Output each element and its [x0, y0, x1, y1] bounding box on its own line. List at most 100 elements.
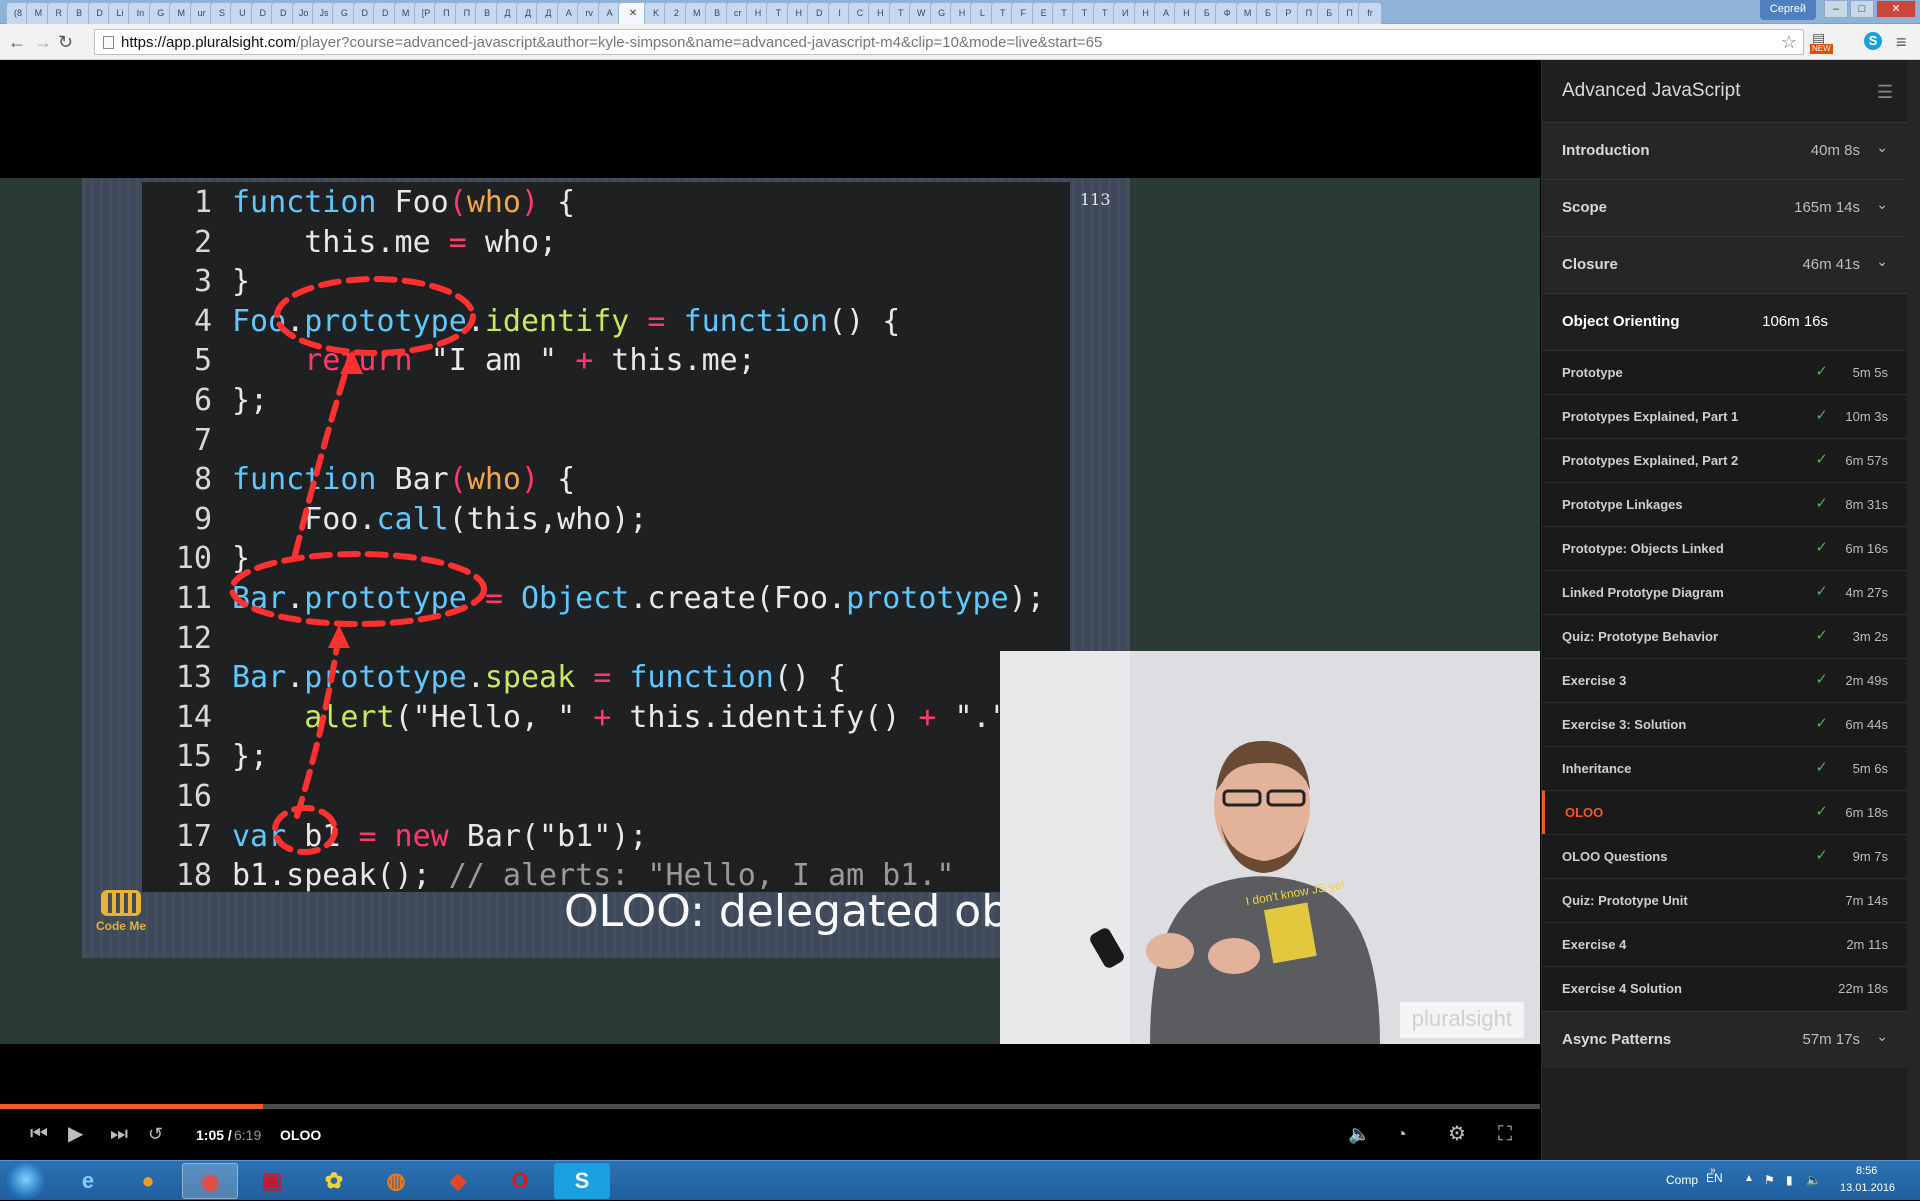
- save-app-icon[interactable]: ▣: [244, 1163, 300, 1199]
- skype-icon[interactable]: S: [554, 1163, 610, 1199]
- clip-item[interactable]: Quiz: Prototype Behavior ✓ 3m 2s: [1542, 614, 1908, 658]
- chevron-down-icon: ⌄: [1876, 139, 1888, 155]
- chevron-down-icon: ⌄: [1876, 253, 1888, 269]
- close-tab-icon[interactable]: ✕: [629, 8, 637, 19]
- clip-duration: 6m 44s: [1845, 717, 1888, 732]
- clip-item-current[interactable]: OLOO ✓ 6m 18s: [1542, 790, 1908, 834]
- module-duration: 165m 14s: [1794, 199, 1860, 216]
- git-icon[interactable]: ◆: [430, 1163, 486, 1199]
- clip-duration: 7m 14s: [1845, 893, 1888, 908]
- clip-duration: 2m 11s: [1846, 937, 1888, 952]
- check-icon: ✓: [1815, 759, 1828, 776]
- clip-duration: 22m 18s: [1838, 981, 1888, 996]
- check-icon: ✓: [1815, 407, 1828, 424]
- clip-item[interactable]: Exercise 4 Solution 22m 18s: [1542, 966, 1908, 1010]
- close-window-button[interactable]: ✕: [1876, 0, 1916, 18]
- module-item[interactable]: Closure 46m 41s ⌄: [1542, 236, 1908, 293]
- clip-item[interactable]: Exercise 3 ✓ 2m 49s: [1542, 658, 1908, 702]
- clip-item[interactable]: Exercise 4 2m 11s: [1542, 922, 1908, 966]
- clip-title: Prototype: Objects Linked: [1562, 541, 1724, 556]
- module-item[interactable]: Introduction 40m 8s ⌄: [1542, 122, 1908, 179]
- clip-duration: 5m 5s: [1852, 365, 1888, 380]
- paint-icon[interactable]: ✿: [306, 1163, 362, 1199]
- chrome-menu-icon[interactable]: ≡: [1896, 32, 1907, 52]
- clip-title: Prototype: [1562, 365, 1623, 380]
- clip-duration: 8m 31s: [1845, 497, 1888, 512]
- clip-title: Prototypes Explained, Part 2: [1562, 453, 1739, 468]
- presenter-figure: I don't know JS yet: [1000, 651, 1540, 1044]
- new-badge: NEW: [1810, 44, 1833, 54]
- video-frame[interactable]: 1 function Foo(who) {2 this.me = who; 3} 4 F…: [0, 178, 1540, 1044]
- skype-extension-icon[interactable]: S: [1864, 32, 1882, 50]
- flag-icon[interactable]: ⚑: [1764, 1173, 1775, 1187]
- clip-duration: 10m 3s: [1845, 409, 1888, 424]
- module-item[interactable]: Async Patterns 57m 17s ⌄: [1542, 1011, 1908, 1068]
- language-indicator[interactable]: EN: [1706, 1171, 1723, 1185]
- previous-clip-icon[interactable]: ⏮: [30, 1121, 48, 1147]
- comp-label: Comp: [1666, 1173, 1699, 1187]
- speaker-camera: I don't know JS yet pluralsight: [1000, 651, 1540, 1044]
- module-duration: 40m 8s: [1810, 142, 1860, 159]
- check-icon: ✓: [1815, 451, 1828, 468]
- speaker-icon[interactable]: 🔈: [1806, 1173, 1821, 1187]
- chrome-icon[interactable]: ◉: [182, 1163, 238, 1199]
- clip-item[interactable]: Prototypes Explained, Part 1 ✓ 10m 3s: [1542, 394, 1908, 438]
- check-icon: ✓: [1815, 803, 1828, 820]
- clip-title: Exercise 3: Solution: [1562, 717, 1687, 732]
- clip-item[interactable]: Linked Prototype Diagram ✓ 4m 27s: [1542, 570, 1908, 614]
- clip-item[interactable]: Prototypes Explained, Part 2 ✓ 6m 57s: [1542, 438, 1908, 482]
- sidebar-scrollbar[interactable]: [1907, 60, 1920, 1160]
- browser-tab[interactable]: fr: [1358, 2, 1382, 24]
- address-bar[interactable]: https://app.pluralsight.com/player?cours…: [94, 29, 1804, 55]
- minimize-button[interactable]: –: [1824, 0, 1848, 18]
- chevron-down-icon: ⌄: [1876, 1028, 1888, 1044]
- browser-tab-strip: (8 M R B D Li In G Mur S U D D Jo Js G D D M [P П П В Д Д Д Аrv А ✕ K…: [0, 0, 1920, 24]
- fullscreen-icon[interactable]: ⛶: [1498, 1121, 1512, 1147]
- maximize-button[interactable]: □: [1850, 0, 1874, 18]
- clip-title: Quiz: Prototype Unit: [1562, 893, 1688, 908]
- sidebar-menu-icon[interactable]: ☰: [1877, 82, 1893, 103]
- play-icon[interactable]: ▶: [68, 1121, 83, 1147]
- clip-duration: 4m 27s: [1845, 585, 1888, 600]
- module-title: Closure: [1562, 256, 1618, 273]
- firefox-icon[interactable]: ◍: [368, 1163, 424, 1199]
- clip-title: OLOO Questions: [1562, 849, 1668, 864]
- back-icon[interactable]: ←: [8, 32, 26, 52]
- ie-icon[interactable]: e: [60, 1163, 116, 1199]
- arrow-b1-to-bar: [294, 630, 342, 819]
- clip-item[interactable]: Prototype: Objects Linked ✓ 6m 16s: [1542, 526, 1908, 570]
- module-open[interactable]: Object Orienting 106m 16s: [1542, 293, 1908, 350]
- clip-title: Prototype Linkages: [1562, 497, 1683, 512]
- start-button[interactable]: [4, 1163, 48, 1199]
- volume-icon[interactable]: 🔈: [1348, 1121, 1370, 1147]
- forward-icon[interactable]: →: [34, 32, 52, 52]
- clip-item[interactable]: Prototype ✓ 5m 5s: [1542, 350, 1908, 394]
- bookmark-star-icon[interactable]: ☆: [1781, 32, 1797, 53]
- clip-item[interactable]: Inheritance ✓ 5m 6s: [1542, 746, 1908, 790]
- clip-item[interactable]: Exercise 3: Solution ✓ 6m 44s: [1542, 702, 1908, 746]
- clip-title: Prototypes Explained, Part 1: [1562, 409, 1739, 424]
- windows-taskbar: e ● ◉ ▣ ✿ ◍ ◆ O S Comp » EN ▲ ⚑ ▮ 🔈 8:56…: [0, 1160, 1920, 1200]
- clip-item[interactable]: OLOO Questions ✓ 9m 7s: [1542, 834, 1908, 878]
- clip-item[interactable]: Prototype Linkages ✓ 8m 31s: [1542, 482, 1908, 526]
- module-item[interactable]: Scope 165m 14s ⌄: [1542, 179, 1908, 236]
- rewind-10-icon[interactable]: ↺: [148, 1121, 163, 1147]
- next-clip-icon[interactable]: ⏭: [110, 1121, 128, 1147]
- module-duration: 106m 16s: [1762, 313, 1828, 330]
- clock-time[interactable]: 8:56: [1856, 1165, 1877, 1177]
- playback-speed-icon[interactable]: ◔: [1396, 1121, 1407, 1147]
- reload-icon[interactable]: ↻: [58, 32, 73, 52]
- code-me-logo: Code Me: [90, 890, 152, 933]
- module-title: Async Patterns: [1562, 1031, 1672, 1048]
- browser-user-button[interactable]: Сергей: [1759, 0, 1816, 20]
- clip-item[interactable]: Quiz: Prototype Unit 7m 14s: [1542, 878, 1908, 922]
- network-icon[interactable]: ▮: [1786, 1173, 1793, 1187]
- clock-date[interactable]: 13.01.2016: [1840, 1182, 1895, 1194]
- opera-icon[interactable]: O: [492, 1163, 548, 1199]
- video-player[interactable]: 1 function Foo(who) {2 this.me = who; 3} 4 F…: [0, 60, 1540, 1160]
- settings-gear-icon[interactable]: ⚙: [1448, 1121, 1466, 1147]
- check-icon: ✓: [1815, 847, 1828, 864]
- tray-up-icon[interactable]: ▲: [1744, 1173, 1754, 1184]
- app-icon[interactable]: ●: [120, 1163, 176, 1199]
- course-sidebar: Advanced JavaScript ☰ Introduction 40m 8s…: [1541, 60, 1908, 1160]
